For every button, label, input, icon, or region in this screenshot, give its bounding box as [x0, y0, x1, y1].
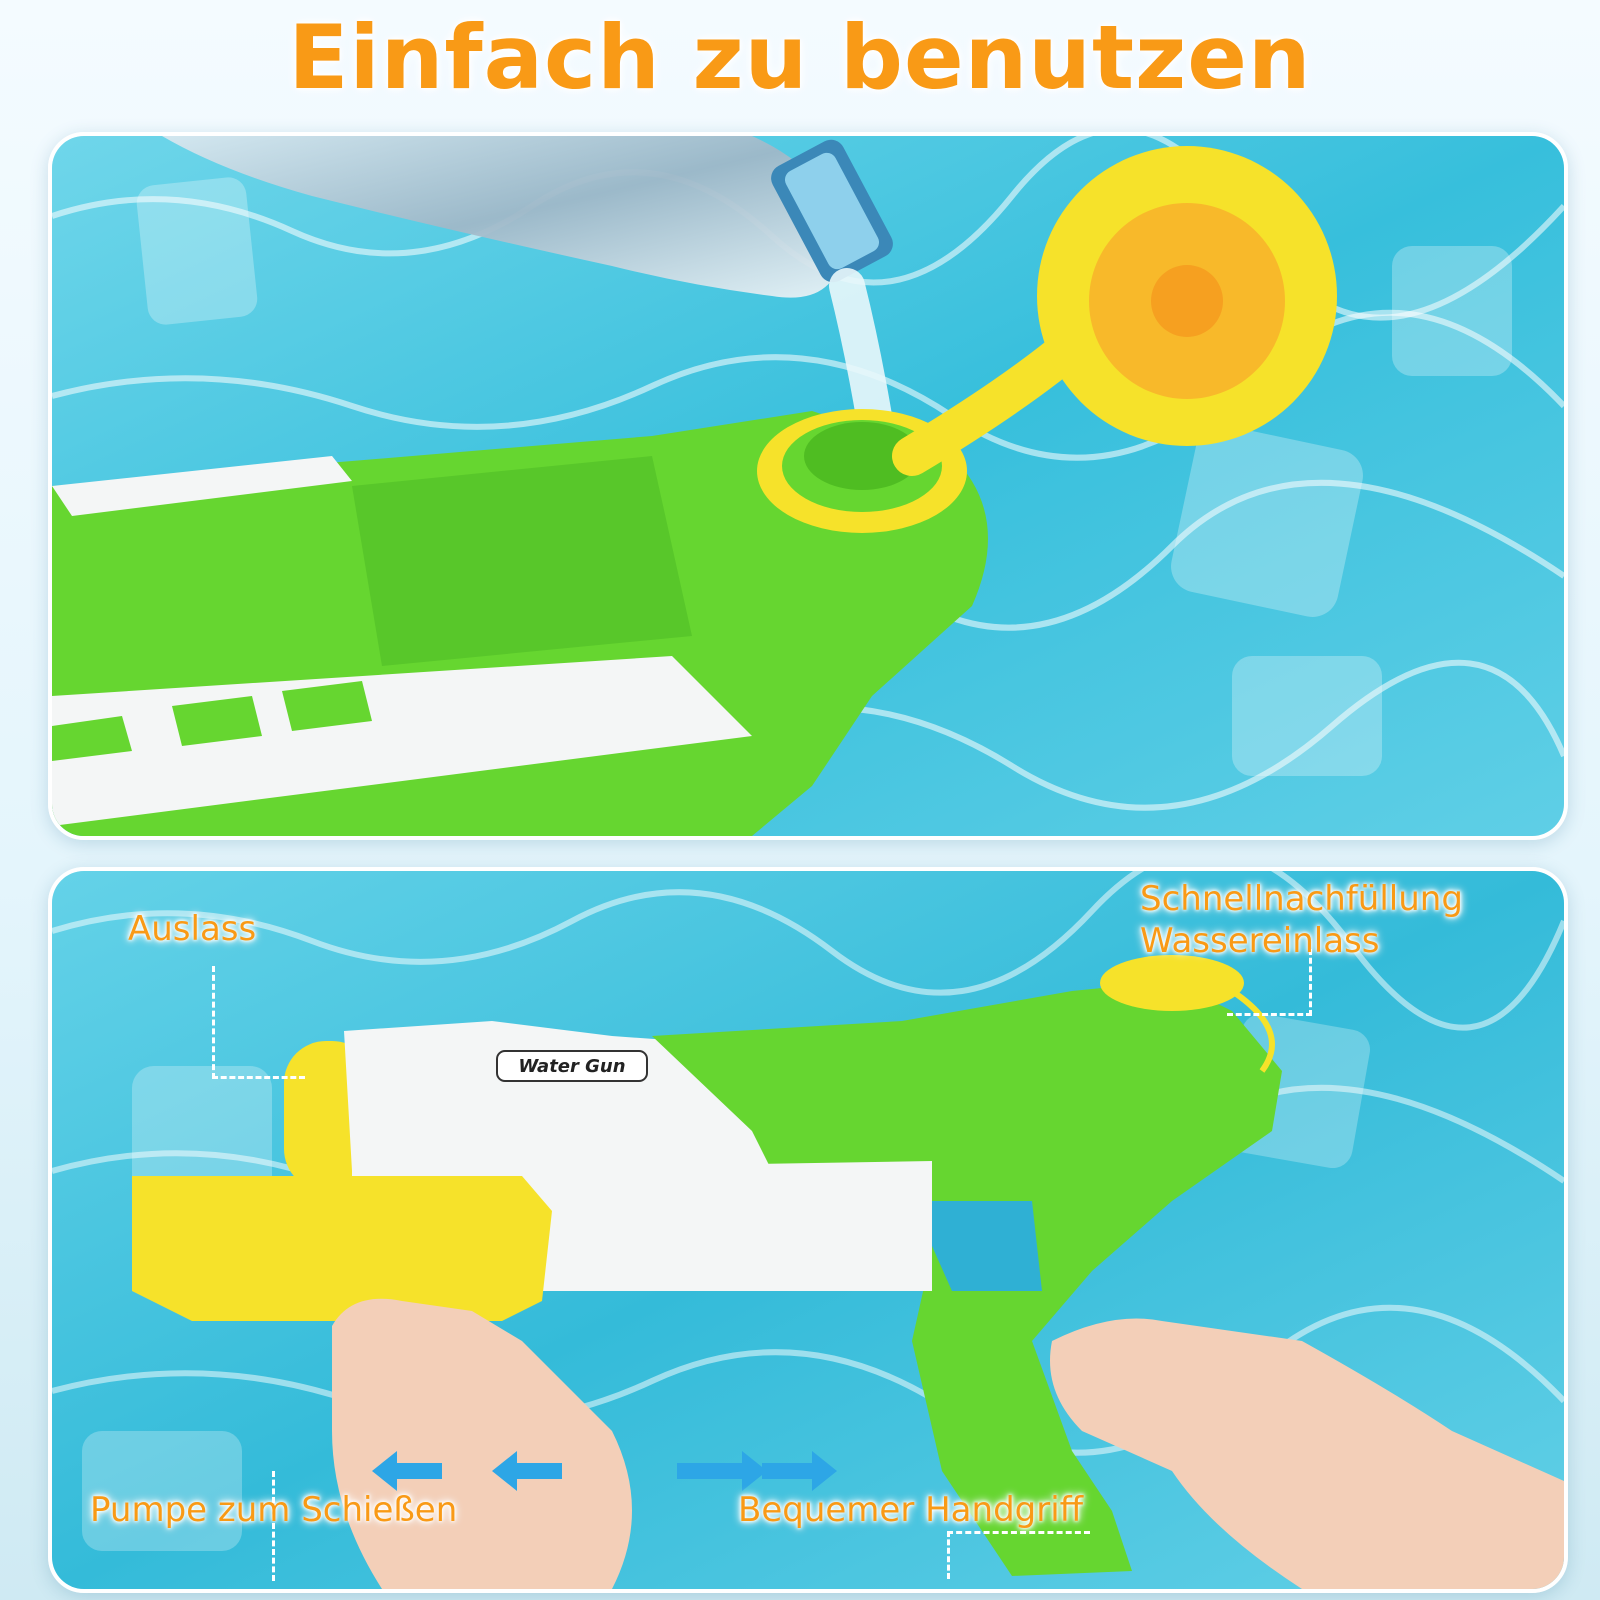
refill-label-line2: Wassereinlass	[1140, 921, 1380, 961]
page-title: Einfach zu benutzen	[288, 6, 1312, 109]
refill-label-line1: Schnellnachfüllung	[1140, 879, 1463, 919]
water-gun-badge: Water Gun	[518, 1056, 625, 1077]
refill-photo	[52, 136, 1564, 836]
refill-photo-panel	[48, 132, 1568, 840]
pump-label: Pumpe zum Schießen	[90, 1490, 458, 1530]
outlet-label: Auslass	[128, 909, 257, 949]
handle-label: Bequemer Handgriff	[738, 1490, 1084, 1530]
parts-overview-panel: Water Gun	[48, 867, 1568, 1593]
outlet-leader-line	[212, 966, 305, 1079]
handle-leader-line	[947, 1531, 1090, 1579]
